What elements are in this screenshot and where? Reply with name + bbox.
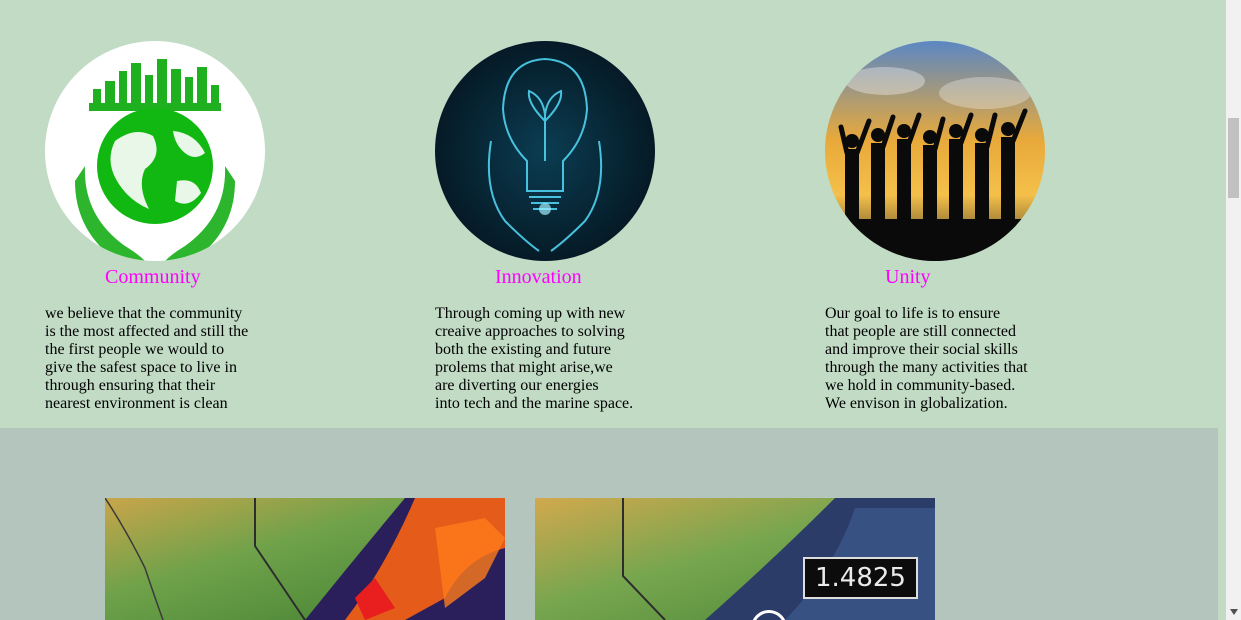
sst-map-left (105, 498, 505, 620)
globe-in-hands-icon (45, 41, 265, 261)
feature-description: Our goal to life is to ensure that peopl… (825, 305, 1028, 412)
feature-description: Through coming up with new creaive appro… (435, 305, 634, 412)
scroll-down-button[interactable] (1226, 603, 1241, 620)
chevron-down-icon (1229, 608, 1238, 615)
value-readout: 1.4825 (803, 557, 918, 599)
feature-card-community: Community we believe that the community … (45, 41, 305, 413)
feature-description: we believe that the community is the mos… (45, 305, 249, 412)
scrollbar-thumb[interactable] (1228, 118, 1239, 198)
feature-title: Innovation (495, 266, 582, 288)
feature-card-unity: Unity Our goal to life is to ensure that… (825, 41, 1085, 413)
feature-title: Community (105, 266, 201, 288)
page-gutter (1218, 428, 1226, 620)
page-scrollbar[interactable] (1226, 0, 1241, 620)
feature-card-innovation: Innovation Through coming up with new cr… (435, 41, 695, 413)
feature-title: Unity (885, 266, 931, 288)
lightbulb-plant-icon (435, 41, 655, 261)
people-sunset-icon (825, 41, 1045, 261)
sst-map-right: 1.4825 (535, 498, 935, 620)
